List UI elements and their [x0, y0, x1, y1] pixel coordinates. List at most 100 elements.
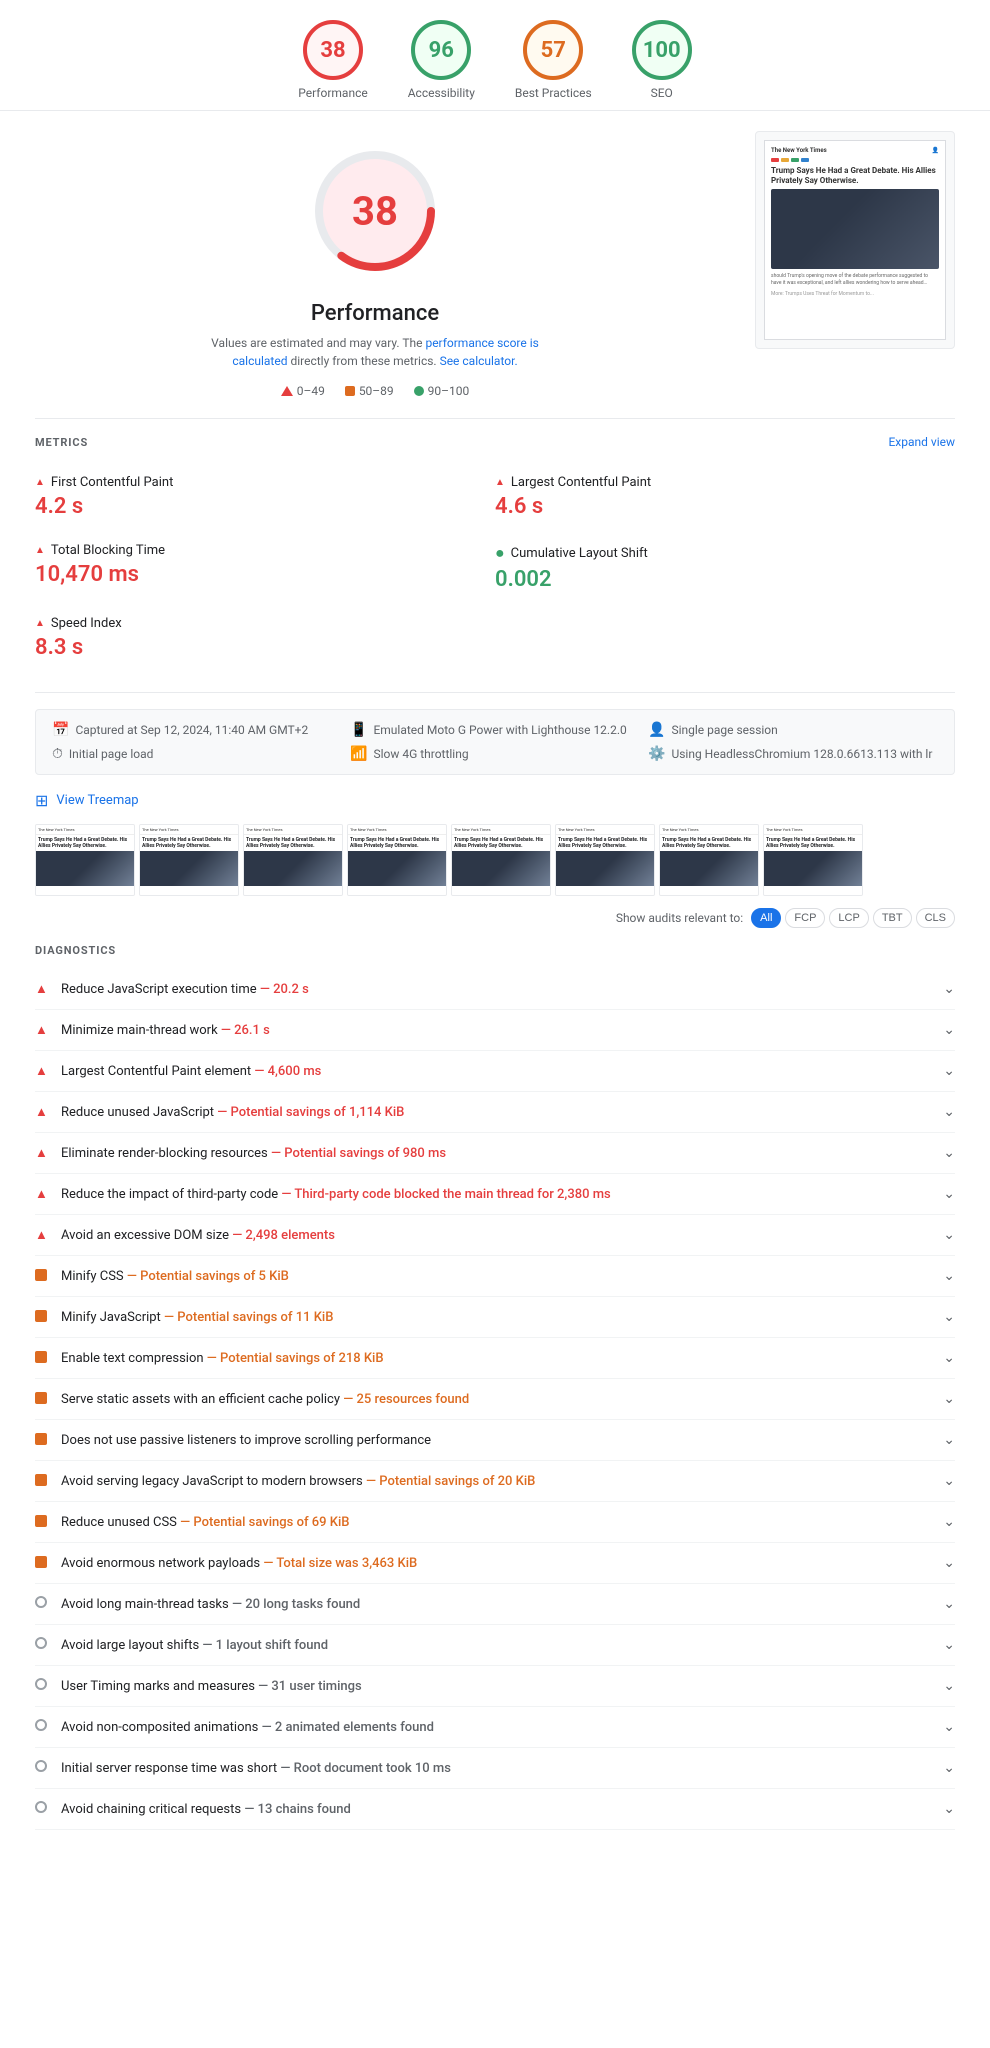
- score-seo[interactable]: 100 SEO: [632, 20, 692, 100]
- metric-value-fcp: 4.2 s: [35, 494, 495, 519]
- audit-detail: — 2 animated elements found: [262, 1720, 434, 1735]
- gray-circle-icon: [35, 1801, 51, 1817]
- audit-non-composited[interactable]: Avoid non-composited animations — 2 anim…: [35, 1707, 955, 1748]
- film-image: The New York Times Trump Says He Had a G…: [556, 825, 654, 895]
- metric-name-fcp: ▲ First Contentful Paint: [35, 475, 495, 490]
- audit-long-tasks[interactable]: Avoid long main-thread tasks — 20 long t…: [35, 1584, 955, 1625]
- audit-text: Avoid large layout shifts — 1 layout shi…: [61, 1638, 328, 1653]
- score-circle-performance: 38: [303, 20, 363, 80]
- chevron-icon: ⌄: [943, 1350, 955, 1366]
- audit-layout-shifts[interactable]: Avoid large layout shifts — 1 layout shi…: [35, 1625, 955, 1666]
- chevron-icon: ⌄: [943, 1473, 955, 1489]
- metric-value-tbt: 10,470 ms: [35, 562, 495, 587]
- expand-view-link[interactable]: Expand view: [888, 435, 955, 449]
- audit-legacy-js[interactable]: Avoid serving legacy JavaScript to moder…: [35, 1461, 955, 1502]
- treemap-label: View Treemap: [56, 793, 138, 808]
- audit-minify-css[interactable]: Minify CSS — Potential savings of 5 KiB …: [35, 1256, 955, 1297]
- filter-btn-cls[interactable]: CLS: [916, 908, 955, 928]
- filter-btn-tbt[interactable]: TBT: [873, 908, 912, 928]
- filter-btn-lcp[interactable]: LCP: [829, 908, 868, 928]
- audit-passive-listeners[interactable]: Does not use passive listeners to improv…: [35, 1420, 955, 1461]
- score-performance[interactable]: 38 Performance: [298, 20, 367, 100]
- filmstrip-frame: The New York Times Trump Says He Had a G…: [763, 824, 863, 896]
- tri-icon: ▲: [35, 618, 45, 629]
- red-tri-icon: ▲: [35, 1145, 51, 1161]
- score-circle-seo: 100: [632, 20, 692, 80]
- treemap-link[interactable]: ⊞ View Treemap: [35, 791, 955, 810]
- capture-session-row: 👤 Single page session: [648, 722, 938, 738]
- audit-unused-css[interactable]: Reduce unused CSS — Potential savings of…: [35, 1502, 955, 1543]
- metric-value-cls: 0.002: [495, 567, 955, 592]
- filmstrip-frame: The New York Times Trump Says He Had a G…: [243, 824, 343, 896]
- red-tri-icon: ▲: [35, 981, 51, 997]
- audit-text-compression[interactable]: Enable text compression — Potential savi…: [35, 1338, 955, 1379]
- diagnostics-title: DIAGNOSTICS: [35, 944, 955, 957]
- screenshot-mock: The New York Times 👤 Trump Says He Had a…: [764, 140, 946, 340]
- filter-bar: Show audits relevant to: AllFCPLCPTBTCLS: [35, 908, 955, 928]
- perf-title: Performance: [311, 301, 439, 326]
- orange-sq-icon: [35, 1433, 51, 1448]
- audit-text: Largest Contentful Paint element — 4,600…: [61, 1064, 321, 1079]
- audit-detail: — 26.1 s: [221, 1023, 270, 1038]
- chevron-icon: ⌄: [943, 1637, 955, 1653]
- red-tri-icon: ▲: [35, 1186, 51, 1202]
- audit-user-timing[interactable]: User Timing marks and measures — 31 user…: [35, 1666, 955, 1707]
- gray-circle-icon: [35, 1719, 51, 1735]
- score-best-practices[interactable]: 57 Best Practices: [515, 20, 592, 100]
- orange-sq-icon: [35, 1269, 51, 1284]
- audit-server-response[interactable]: Initial server response time was short —…: [35, 1748, 955, 1789]
- audit-main-thread[interactable]: ▲ Minimize main-thread work — 26.1 s ⌄: [35, 1010, 955, 1051]
- perf-left: 38 Performance Values are estimated and …: [35, 131, 715, 398]
- audit-text: Initial server response time was short —…: [61, 1761, 451, 1776]
- session-icon: 👤: [648, 722, 665, 738]
- capture-throttle-row: 📶 Slow 4G throttling: [350, 746, 640, 762]
- calculator-link[interactable]: See calculator.: [440, 354, 518, 368]
- audit-third-party[interactable]: ▲ Reduce the impact of third-party code …: [35, 1174, 955, 1215]
- gray-circle-icon: [35, 1760, 51, 1776]
- audit-detail: — 13 chains found: [244, 1802, 351, 1817]
- metric-value-si: 8.3 s: [35, 635, 495, 660]
- audit-detail: — 1 layout shift found: [202, 1638, 328, 1653]
- filter-btn-fcp[interactable]: FCP: [785, 908, 825, 928]
- audit-dom-size[interactable]: ▲ Avoid an excessive DOM size — 2,498 el…: [35, 1215, 955, 1256]
- legend: 0–49 50–89 90–100: [281, 384, 470, 398]
- filmstrip-frame: The New York Times Trump Says He Had a G…: [347, 824, 447, 896]
- film-image: The New York Times Trump Says He Had a G…: [452, 825, 550, 895]
- audit-text: Reduce the impact of third-party code — …: [61, 1187, 611, 1202]
- metric-value-lcp: 4.6 s: [495, 494, 955, 519]
- metric-name-tbt: ▲ Total Blocking Time: [35, 543, 495, 558]
- film-image: The New York Times Trump Says He Had a G…: [36, 825, 134, 895]
- audit-cache-policy[interactable]: Serve static assets with an efficient ca…: [35, 1379, 955, 1420]
- filter-btn-all[interactable]: All: [751, 908, 781, 928]
- chevron-icon: ⌄: [943, 1678, 955, 1694]
- tri-icon: ▲: [495, 477, 505, 488]
- audit-lcp-elem[interactable]: ▲ Largest Contentful Paint element — 4,6…: [35, 1051, 955, 1092]
- load-icon: ⏱: [52, 746, 63, 762]
- audit-detail: — Potential savings of 1,114 KiB: [217, 1105, 404, 1120]
- audit-text: Eliminate render-blocking resources — Po…: [61, 1146, 446, 1161]
- score-accessibility[interactable]: 96 Accessibility: [408, 20, 475, 100]
- filmstrip-frame: The New York Times Trump Says He Had a G…: [35, 824, 135, 896]
- audit-unused-js[interactable]: ▲ Reduce unused JavaScript — Potential s…: [35, 1092, 955, 1133]
- filter-buttons: AllFCPLCPTBTCLS: [751, 908, 955, 928]
- performance-gauge: 38: [305, 141, 445, 281]
- audit-network-payloads[interactable]: Avoid enormous network payloads — Total …: [35, 1543, 955, 1584]
- capture-load-row: ⏱ Initial page load: [52, 746, 342, 762]
- calendar-icon: 📅: [52, 722, 69, 738]
- legend-green: 90–100: [414, 384, 470, 398]
- capture-throttle: Slow 4G throttling: [373, 747, 468, 761]
- tri-icon: ▲: [35, 545, 45, 556]
- metrics-grid: ▲ First Contentful Paint 4.2 s ▲ Largest…: [35, 463, 955, 672]
- audit-detail: — 20.2 s: [260, 982, 309, 997]
- audit-minify-js[interactable]: Minify JavaScript — Potential savings of…: [35, 1297, 955, 1338]
- audit-critical-requests[interactable]: Avoid chaining critical requests — 13 ch…: [35, 1789, 955, 1830]
- audit-detail: — Potential savings of 980 ms: [271, 1146, 446, 1161]
- audit-render-blocking[interactable]: ▲ Eliminate render-blocking resources — …: [35, 1133, 955, 1174]
- capture-date: Captured at Sep 12, 2024, 11:40 AM GMT+2: [75, 723, 308, 737]
- chevron-icon: ⌄: [943, 1186, 955, 1202]
- audit-detail: — Potential savings of 5 KiB: [127, 1269, 289, 1284]
- metrics-section-title: METRICS Expand view: [35, 435, 955, 449]
- audit-js-exec[interactable]: ▲ Reduce JavaScript execution time — 20.…: [35, 969, 955, 1010]
- score-label-seo: SEO: [651, 86, 673, 100]
- audit-text: Minimize main-thread work — 26.1 s: [61, 1023, 270, 1038]
